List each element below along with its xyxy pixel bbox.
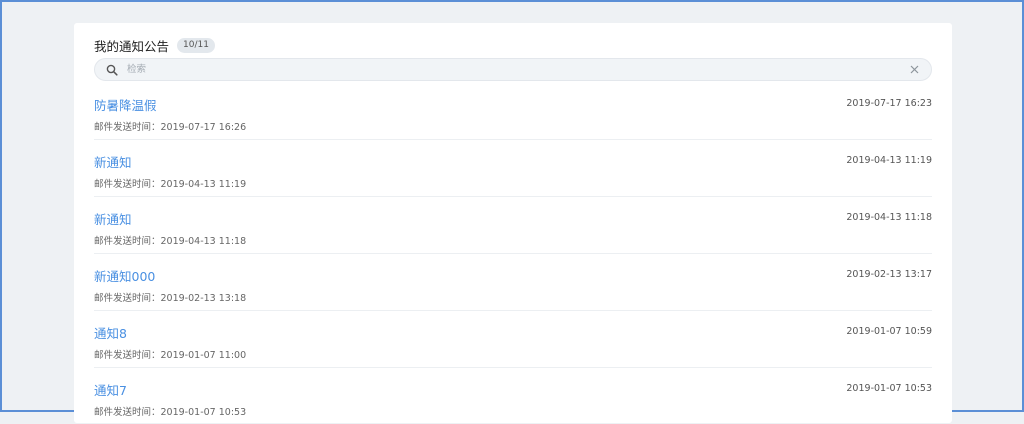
notice-title-link[interactable]: 防暑降温假 bbox=[94, 95, 157, 114]
list-item: 防暑降温假 2019-07-17 16:23 邮件发送时间：2019-07-17… bbox=[94, 83, 932, 140]
search-input[interactable] bbox=[125, 63, 889, 76]
search-bar bbox=[94, 58, 932, 81]
email-sent-time: 邮件发送时间：2019-01-07 11:00 bbox=[94, 350, 247, 361]
list-item: 通知8 2019-01-07 10:59 邮件发送时间：2019-01-07 1… bbox=[94, 311, 932, 368]
list-item: 新通知 2019-04-13 11:19 邮件发送时间：2019-04-13 1… bbox=[94, 140, 932, 197]
notice-title-link[interactable]: 通知7 bbox=[94, 380, 127, 399]
card-header: 我的通知公告 10/11 bbox=[94, 36, 215, 54]
list-item: 通知7 2019-01-07 10:53 邮件发送时间：2019-01-07 1… bbox=[94, 368, 932, 424]
notice-date: 2019-04-13 11:19 bbox=[846, 155, 932, 166]
email-sent-time: 邮件发送时间：2019-01-07 10:53 bbox=[94, 407, 247, 418]
notice-title-link[interactable]: 新通知000 bbox=[94, 266, 155, 285]
clear-icon[interactable] bbox=[909, 64, 920, 75]
notice-date: 2019-07-17 16:23 bbox=[846, 98, 932, 109]
notice-date: 2019-02-13 13:17 bbox=[846, 269, 932, 280]
notice-date: 2019-04-13 11:18 bbox=[846, 212, 932, 223]
notice-title-link[interactable]: 通知8 bbox=[94, 323, 127, 342]
count-badge: 10/11 bbox=[177, 37, 215, 53]
email-sent-time: 邮件发送时间：2019-02-13 13:18 bbox=[94, 293, 247, 304]
search-icon bbox=[106, 64, 118, 76]
list-item: 新通知 2019-04-13 11:18 邮件发送时间：2019-04-13 1… bbox=[94, 197, 932, 254]
notice-date: 2019-01-07 10:53 bbox=[846, 383, 932, 394]
email-sent-time: 邮件发送时间：2019-07-17 16:26 bbox=[94, 122, 247, 133]
page-title: 我的通知公告 bbox=[94, 38, 170, 54]
notice-date: 2019-01-07 10:59 bbox=[846, 326, 932, 337]
notice-title-link[interactable]: 新通知 bbox=[94, 209, 132, 228]
notice-title-link[interactable]: 新通知 bbox=[94, 152, 132, 171]
notice-card: 我的通知公告 10/11 防暑降温假 2019-07-17 16:23 邮件发送… bbox=[74, 23, 952, 423]
email-sent-time: 邮件发送时间：2019-04-13 11:19 bbox=[94, 179, 247, 190]
list-item: 新通知000 2019-02-13 13:17 邮件发送时间：2019-02-1… bbox=[94, 254, 932, 311]
email-sent-time: 邮件发送时间：2019-04-13 11:18 bbox=[94, 236, 247, 247]
notice-list: 防暑降温假 2019-07-17 16:23 邮件发送时间：2019-07-17… bbox=[94, 83, 932, 424]
